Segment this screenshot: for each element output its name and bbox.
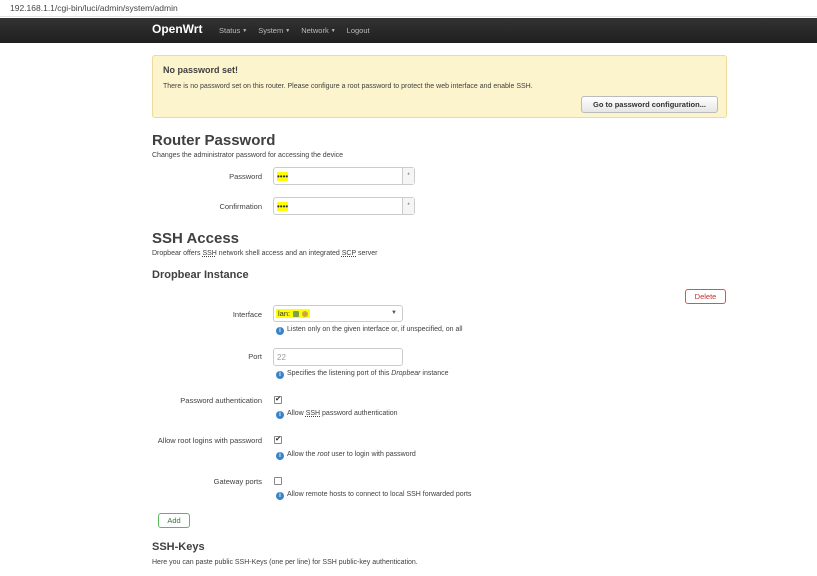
info-icon: i (276, 492, 284, 500)
info-icon: i (276, 411, 284, 419)
password-auth-checkbox[interactable]: ✔ (274, 396, 282, 404)
no-password-alert: No password set! There is no password se… (152, 55, 727, 118)
interface-label: Interface (232, 310, 262, 319)
pwauth-help-pre: Allow (287, 410, 306, 417)
ssh-access-title: SSH Access (152, 230, 239, 247)
info-icon: i (276, 452, 284, 460)
brand-logo[interactable]: OpenWrt (152, 22, 202, 36)
ssh-access-description: Dropbear offers SSH network shell access… (152, 250, 377, 257)
nav-status[interactable]: Status ▼ (219, 26, 247, 35)
interface-value: lan: (276, 309, 311, 318)
reveal-confirmation-icon[interactable]: * (402, 198, 414, 214)
nav-status-label: Status (219, 26, 241, 35)
nav-system-label: System (258, 26, 284, 35)
port-label: Port (248, 352, 262, 361)
ssh-desc-mid: network shell access and an integrated (216, 250, 342, 257)
port-help: i Specifies the listening port of this Dr… (276, 370, 449, 379)
nav-logout[interactable]: Logout (347, 26, 370, 35)
nav-network-label: Network (301, 26, 329, 35)
port-input[interactable]: 22 (273, 348, 403, 366)
scp-abbr: SCP (341, 250, 357, 257)
root-login-checkbox[interactable]: ✔ (274, 436, 282, 444)
password-field[interactable]: •••• * (273, 167, 415, 185)
confirmation-value: •••• (277, 202, 289, 211)
ssh-keys-title: SSH-Keys (152, 541, 205, 553)
port-placeholder: 22 (277, 353, 286, 362)
confirmation-field[interactable]: •••• * (273, 197, 415, 215)
port-help-post: instance (420, 370, 449, 377)
root-login-label: Allow root logins with password (157, 436, 262, 445)
ssh-desc-post: server (356, 250, 378, 257)
delete-instance-button[interactable]: Delete (685, 289, 726, 304)
nav-system[interactable]: System ▼ (258, 26, 290, 35)
reveal-password-icon[interactable]: * (402, 168, 414, 184)
info-icon: i (276, 371, 284, 379)
gateway-help-text: Allow remote hosts to connect to local S… (287, 491, 472, 498)
password-value: •••• (277, 172, 289, 181)
network-icon (293, 311, 300, 317)
root-help-pre: Allow the (287, 451, 318, 458)
top-navbar: OpenWrt Status ▼ System ▼ Network ▼ Logout (0, 18, 817, 43)
add-instance-button[interactable]: Add (158, 513, 190, 528)
password-label: Password (229, 172, 262, 181)
router-password-description: Changes the administrator password for a… (152, 152, 344, 159)
interface-select[interactable]: lan: ▼ (273, 305, 403, 322)
ssh-keys-description: Here you can paste public SSH-Keys (one … (152, 559, 418, 566)
router-password-title: Router Password (152, 132, 276, 149)
pwauth-help-abbr: SSH (305, 410, 321, 417)
root-help-em: root (317, 451, 330, 458)
password-auth-help: i Allow SSH password authentication (276, 410, 398, 419)
chevron-down-icon: ▼ (391, 310, 397, 316)
caret-down-icon: ▼ (330, 28, 336, 34)
url-text[interactable]: 192.168.1.1/cgi-bin/luci/admin/system/ad… (10, 3, 178, 13)
root-help-post: user to login with password (329, 451, 416, 458)
nav-menu: Status ▼ System ▼ Network ▼ Logout (219, 26, 381, 35)
gateway-ports-label: Gateway ports (213, 477, 262, 486)
interface-help-text: Listen only on the given interface or, i… (287, 326, 463, 333)
port-help-pre: Specifies the listening port of this (287, 370, 392, 377)
interface-help: i Listen only on the given interface or, … (276, 326, 463, 335)
info-icon: i (276, 327, 284, 335)
confirmation-label: Confirmation (219, 202, 262, 211)
password-auth-label: Password authentication (180, 396, 262, 405)
nav-logout-label: Logout (346, 26, 370, 35)
caret-down-icon: ▼ (285, 28, 291, 34)
alert-text: There is no password set on this router.… (163, 83, 533, 90)
port-help-em: Dropbear (391, 370, 421, 377)
ssh-desc-pre: Dropbear offers (152, 250, 203, 257)
alert-title: No password set! (163, 65, 239, 75)
ssh-abbr: SSH (202, 250, 217, 257)
caret-down-icon: ▼ (242, 28, 248, 34)
gateway-ports-help: i Allow remote hosts to connect to local … (276, 491, 471, 500)
browser-address-bar[interactable]: 192.168.1.1/cgi-bin/luci/admin/system/ad… (0, 0, 817, 17)
gateway-ports-checkbox[interactable] (274, 477, 282, 485)
interface-value-text: lan: (278, 309, 291, 318)
wifi-icon (302, 311, 309, 317)
go-to-password-config-button[interactable]: Go to password configuration... (581, 96, 718, 113)
root-login-help: i Allow the root user to login with passw… (276, 451, 416, 460)
pwauth-help-post: password authentication (320, 410, 398, 417)
nav-network[interactable]: Network ▼ (301, 26, 335, 35)
dropbear-instance-title: Dropbear Instance (152, 269, 249, 281)
